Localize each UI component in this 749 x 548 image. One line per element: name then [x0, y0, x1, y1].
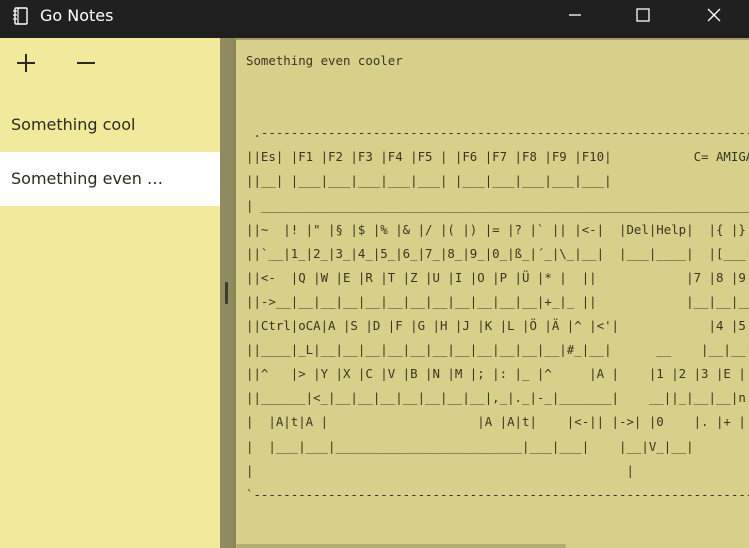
- splitter-grip[interactable]: [225, 282, 228, 304]
- note-title: Something cool: [11, 115, 136, 134]
- maximize-button[interactable]: [619, 0, 667, 32]
- plus-icon: [15, 52, 37, 78]
- note-title: Something even …: [11, 169, 163, 188]
- note-body-text: .---------------------------------------…: [246, 125, 749, 502]
- note-list-item-selected[interactable]: Something even …: [0, 152, 220, 206]
- add-note-button[interactable]: [11, 50, 41, 80]
- note-list-item[interactable]: Something cool: [0, 98, 220, 152]
- maximize-icon: [636, 7, 650, 26]
- minimize-icon: [568, 7, 582, 26]
- title-bar: Go Notes: [0, 0, 749, 32]
- note-editor[interactable]: Something even cooler .-----------------…: [233, 38, 749, 548]
- note-editor-title: Something even cooler: [246, 53, 403, 68]
- minimize-button[interactable]: [551, 0, 599, 32]
- remove-note-button[interactable]: [71, 50, 101, 80]
- window-title: Go Notes: [40, 6, 114, 25]
- close-button[interactable]: [690, 0, 738, 32]
- minus-icon: [75, 52, 97, 78]
- notebook-icon: [12, 7, 30, 25]
- note-content[interactable]: Something even cooler .-----------------…: [246, 49, 749, 507]
- notes-sidebar: Something cool Something even …: [0, 38, 220, 548]
- split-divider[interactable]: [220, 38, 233, 548]
- horizontal-scrollbar[interactable]: [236, 544, 566, 548]
- close-icon: [707, 7, 721, 26]
